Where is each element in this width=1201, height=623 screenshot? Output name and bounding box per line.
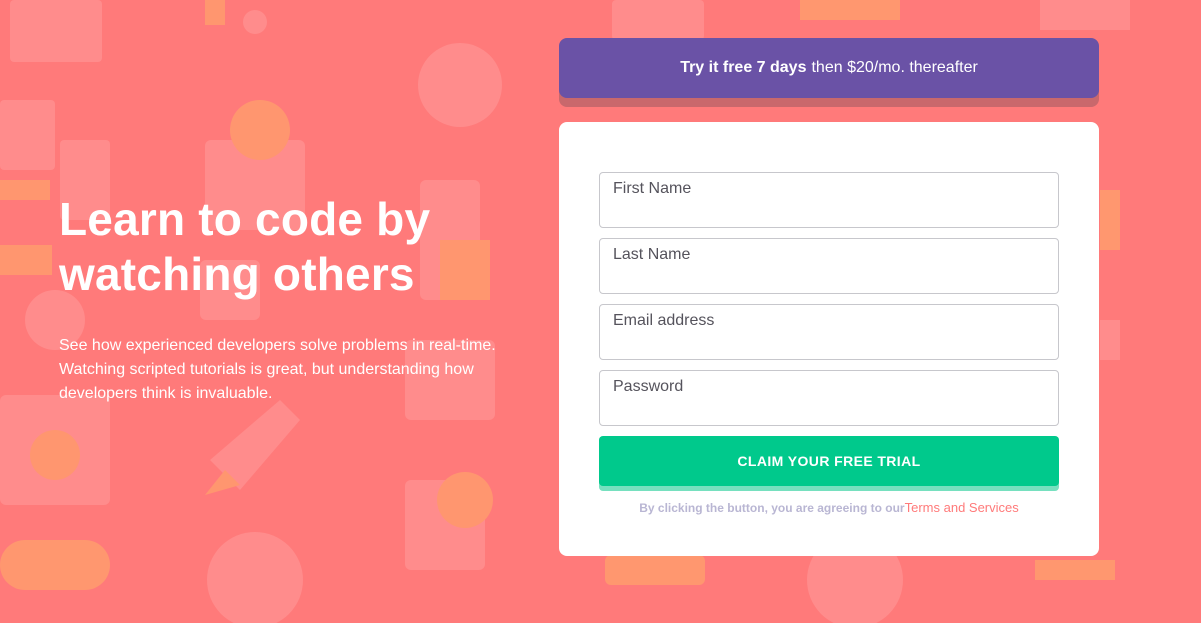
hero-title: Learn to code by watching others [59,193,431,300]
email-input[interactable] [599,304,1059,360]
terms-notice: By clicking the button, you are agreeing… [599,500,1059,515]
terms-text: By clicking the button, you are agreeing… [639,501,905,515]
toolbox-icon [10,0,102,62]
first-name-wrapper: First Name [599,172,1059,228]
promo-highlight: Try it free 7 days [680,59,807,76]
last-name-wrapper: Last Name [599,238,1059,294]
claim-free-trial-button[interactable]: CLAIM YOUR FREE TRIAL [599,436,1059,486]
terms-link[interactable]: Terms and Services [905,500,1019,515]
hero-section: Learn to code by watching others See how… [59,192,519,406]
password-wrapper: Password [599,370,1059,426]
promo-price-text: then $20/mo. thereafter [811,59,978,76]
last-name-input[interactable] [599,238,1059,294]
password-input[interactable] [599,370,1059,426]
hero-description: See how experienced developers solve pro… [59,337,496,402]
email-wrapper: Email address [599,304,1059,360]
promo-banner: Try it free 7 days then $20/mo. thereaft… [559,38,1099,98]
first-name-input[interactable] [599,172,1059,228]
signup-form-card: First Name Last Name Email address Passw… [559,122,1099,556]
